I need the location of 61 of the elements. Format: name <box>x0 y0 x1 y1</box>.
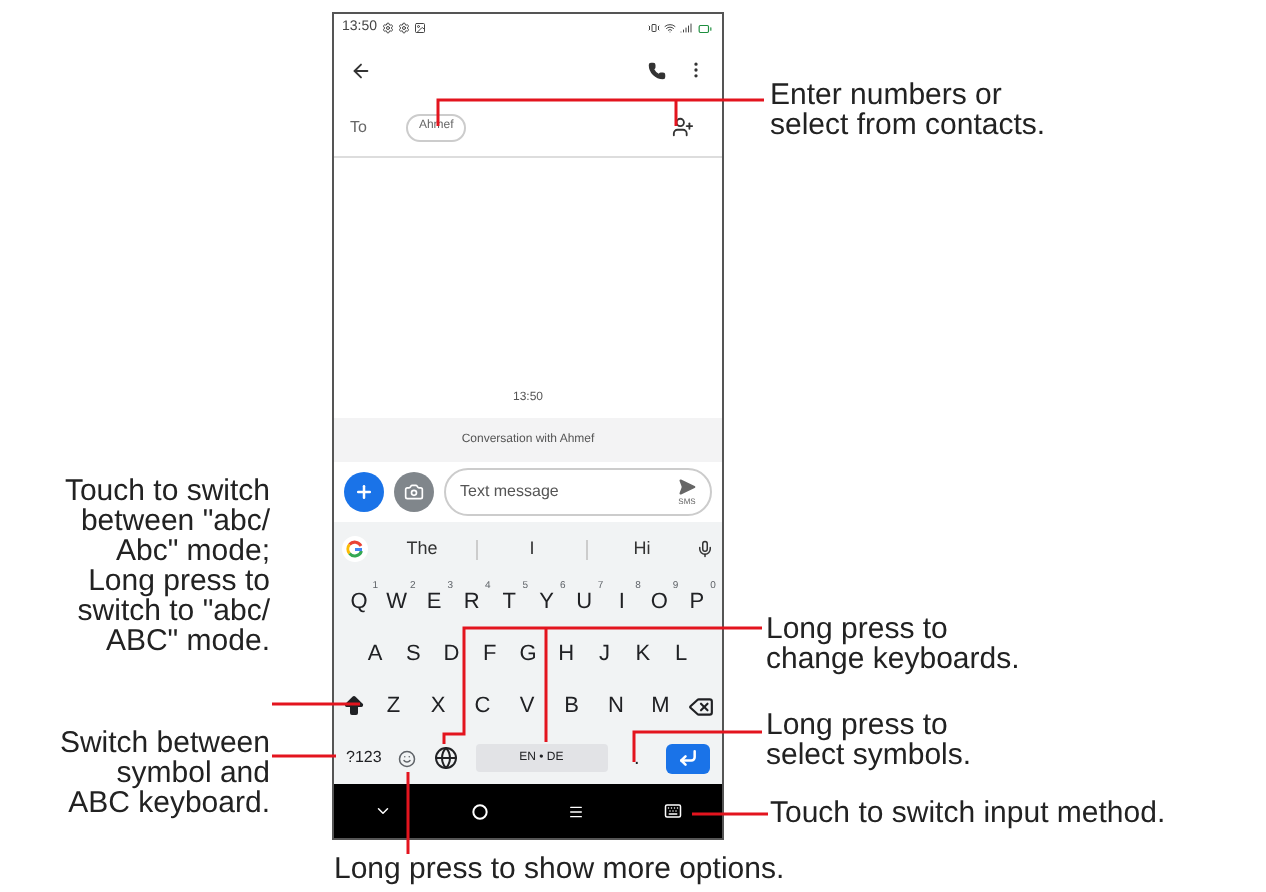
battery-icon <box>696 21 714 35</box>
keyboard-key[interactable]: Z <box>376 689 411 723</box>
signal-icon <box>680 22 692 34</box>
chevron-down-icon[interactable] <box>374 802 392 820</box>
to-label: To <box>350 115 367 139</box>
phone-icon[interactable] <box>648 61 666 79</box>
keyboard-key[interactable]: X <box>421 689 455 723</box>
callout-text: Long press to change keyboards. <box>766 614 1020 674</box>
microphone-icon[interactable] <box>696 540 714 558</box>
camera-button[interactable] <box>394 472 434 512</box>
callout-text: Long press to show more options. <box>334 854 785 884</box>
keyboard-key[interactable]: S <box>396 637 431 671</box>
leader-line <box>692 812 768 816</box>
keyboard-icon[interactable] <box>664 802 682 820</box>
back-icon[interactable] <box>350 59 372 81</box>
keyboard-key[interactable]: A <box>358 637 392 671</box>
menu-icon[interactable] <box>568 803 584 819</box>
keyboard-key[interactable]: H <box>549 637 584 671</box>
gear-icon <box>381 22 394 34</box>
keyboard-key[interactable]: M <box>643 689 678 723</box>
backspace-icon[interactable] <box>688 693 714 719</box>
enter-key[interactable] <box>666 743 710 773</box>
keyboard-key[interactable]: K <box>625 637 660 671</box>
message-placeholder: Text message <box>460 480 559 504</box>
emoji-icon[interactable] <box>398 749 417 767</box>
gear-icon <box>397 22 410 34</box>
keyboard-key[interactable]: N <box>599 689 633 723</box>
globe-icon[interactable] <box>434 746 459 770</box>
camera-icon <box>404 482 424 502</box>
symbols-key[interactable]: ?123 <box>346 746 382 770</box>
suggestion-item[interactable]: I <box>478 535 586 563</box>
add-contact-icon[interactable] <box>672 116 694 138</box>
image-icon <box>413 22 426 34</box>
vibrate-icon <box>648 22 660 34</box>
keyboard-key[interactable]: V <box>510 689 544 723</box>
callout-text: Switch between symbol and ABC keyboard. <box>59 728 270 818</box>
enter-icon <box>678 748 698 768</box>
suggestion-item[interactable]: Hi <box>588 535 696 563</box>
keyboard-key[interactable]: G <box>511 637 545 671</box>
keyboard-key[interactable]: L <box>664 637 698 671</box>
keyboard-key[interactable]: C <box>465 689 500 723</box>
send-icon[interactable] <box>678 477 696 495</box>
period-key[interactable]: . <box>624 743 649 773</box>
callout-text: Touch to switch input method. <box>770 798 1166 828</box>
plus-icon <box>354 482 374 502</box>
keyboard-key[interactable]: D <box>434 637 469 671</box>
g-logo-icon[interactable] <box>342 536 368 562</box>
leader-line <box>272 754 336 758</box>
keyboard-key[interactable]: F <box>472 637 507 671</box>
callout-text: Enter numbers or select from contacts. <box>770 80 1046 140</box>
keyboard-key[interactable]: J <box>587 637 622 671</box>
leader-line <box>406 772 410 854</box>
add-button[interactable] <box>344 472 384 512</box>
keyboard-key[interactable]: B <box>554 689 589 723</box>
shift-icon[interactable] <box>342 694 366 718</box>
callout-text: Long press to select symbols. <box>766 710 972 770</box>
callout-text: Touch to switch between "abc/ Abc" mode; Long press to switch to "abc/ ABC" mode. <box>64 476 270 656</box>
leader-line <box>272 702 360 706</box>
home-icon[interactable] <box>472 803 488 819</box>
wifi-icon <box>664 22 676 34</box>
suggestion-item[interactable]: The <box>368 535 476 563</box>
